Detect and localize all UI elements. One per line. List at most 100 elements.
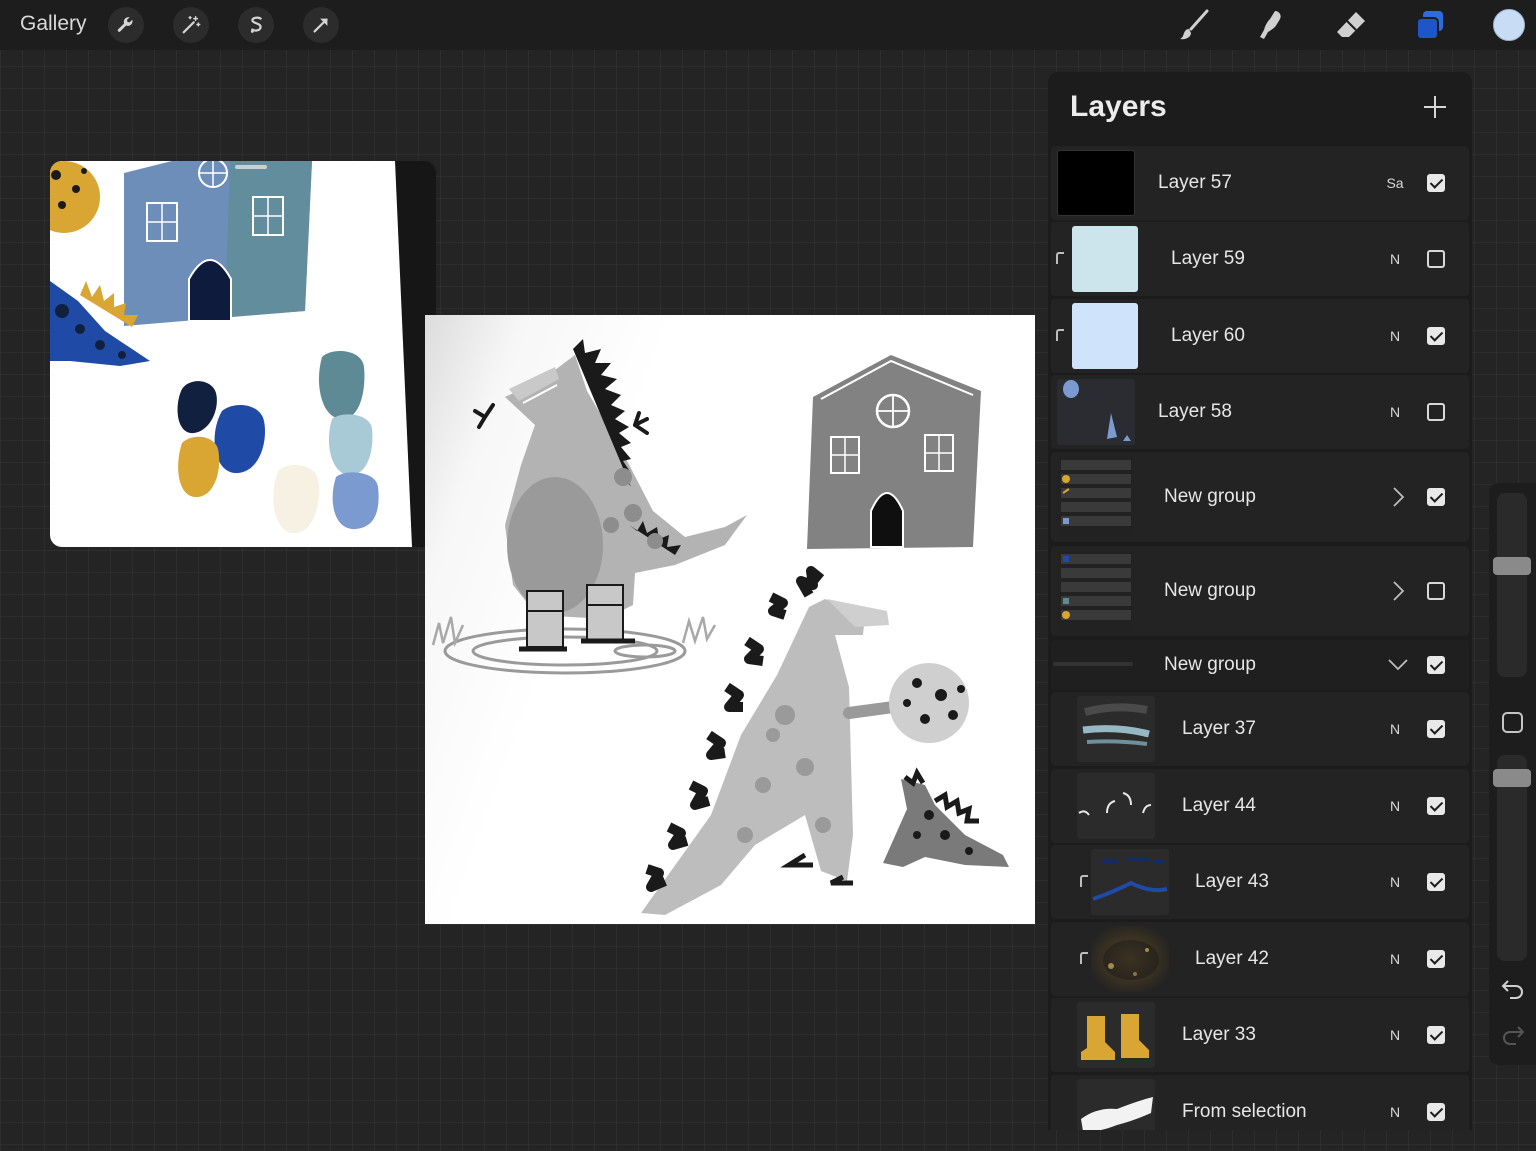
layer-row-33[interactable]: Layer 33 N bbox=[1051, 998, 1469, 1072]
clipping-mask-icon bbox=[1056, 252, 1064, 264]
blend-mode-button[interactable]: N bbox=[1383, 721, 1407, 737]
layer-row-44[interactable]: Layer 44 N bbox=[1051, 769, 1469, 843]
layer-row-from-selection[interactable]: From selection N bbox=[1051, 1075, 1469, 1130]
layer-name: From selection bbox=[1182, 1101, 1307, 1122]
visibility-checkbox[interactable] bbox=[1427, 873, 1445, 891]
palette-swatch-periwinkle bbox=[332, 472, 379, 530]
layer-row-42[interactable]: Layer 42 N bbox=[1051, 922, 1469, 996]
layer-name: Layer 58 bbox=[1158, 401, 1232, 422]
blend-mode-button[interactable]: Sa bbox=[1383, 175, 1407, 191]
reference-window[interactable] bbox=[50, 161, 436, 547]
layer-name: Layer 37 bbox=[1182, 718, 1256, 739]
brush-icon[interactable] bbox=[1174, 5, 1214, 45]
layer-thumbnail bbox=[1057, 379, 1135, 445]
layer-row-57[interactable]: Layer 57 Sa bbox=[1051, 146, 1469, 220]
visibility-checkbox[interactable] bbox=[1427, 656, 1445, 674]
undo-icon[interactable] bbox=[1500, 975, 1526, 1001]
layers-title: Layers bbox=[1070, 90, 1167, 123]
opacity-thumb[interactable] bbox=[1493, 769, 1531, 787]
modify-button[interactable] bbox=[1502, 712, 1523, 733]
eraser-icon[interactable] bbox=[1331, 5, 1371, 45]
layer-name: Layer 57 bbox=[1158, 172, 1232, 193]
visibility-checkbox[interactable] bbox=[1427, 582, 1445, 600]
chevron-right-icon[interactable] bbox=[1387, 484, 1409, 510]
layers-panel: Layers Layer 57 Sa Layer 59 N Layer 60 N… bbox=[1048, 72, 1472, 1130]
palette-swatch-blue bbox=[214, 405, 265, 474]
clipping-mask-icon bbox=[1080, 875, 1088, 887]
blend-mode-button[interactable]: N bbox=[1383, 951, 1407, 967]
adjustments-wand-icon[interactable] bbox=[173, 7, 209, 43]
layers-icon[interactable] bbox=[1410, 5, 1450, 45]
reference-drag-handle[interactable] bbox=[235, 165, 267, 169]
blend-mode-button[interactable]: N bbox=[1383, 251, 1407, 267]
actions-wrench-icon[interactable] bbox=[108, 7, 144, 43]
layer-thumbnail bbox=[1077, 773, 1155, 839]
visibility-checkbox[interactable] bbox=[1427, 797, 1445, 815]
layer-row-59[interactable]: Layer 59 N bbox=[1051, 222, 1469, 296]
opacity-slider[interactable] bbox=[1493, 755, 1531, 961]
chevron-right-icon[interactable] bbox=[1387, 578, 1409, 604]
layer-thumbnail bbox=[1057, 150, 1135, 216]
blend-mode-button[interactable]: N bbox=[1383, 1104, 1407, 1120]
grey-house bbox=[807, 355, 981, 549]
group-name: New group bbox=[1164, 654, 1256, 675]
visibility-checkbox[interactable] bbox=[1427, 488, 1445, 506]
brush-size-slider[interactable] bbox=[1493, 493, 1531, 677]
side-slider-bar bbox=[1489, 483, 1536, 1065]
gallery-button[interactable]: Gallery bbox=[20, 12, 87, 36]
blend-mode-button[interactable]: N bbox=[1383, 798, 1407, 814]
visibility-checkbox[interactable] bbox=[1427, 403, 1445, 421]
layer-thumbnail bbox=[1077, 1002, 1155, 1068]
add-layer-plus-icon[interactable] bbox=[1420, 92, 1450, 122]
ball bbox=[889, 663, 969, 743]
palette-swatch-pale-blue bbox=[328, 414, 373, 476]
group-name: New group bbox=[1164, 580, 1256, 601]
visibility-checkbox[interactable] bbox=[1427, 950, 1445, 968]
layer-thumbnail bbox=[1072, 303, 1138, 369]
layer-name: Layer 44 bbox=[1182, 795, 1256, 816]
group-row-expanded[interactable]: New group bbox=[1051, 640, 1469, 690]
reference-image bbox=[50, 161, 412, 547]
drawing-canvas[interactable] bbox=[425, 315, 1035, 924]
layer-name: Layer 42 bbox=[1195, 948, 1269, 969]
blend-mode-button[interactable]: N bbox=[1383, 1027, 1407, 1043]
visibility-checkbox[interactable] bbox=[1427, 327, 1445, 345]
layer-thumbnail bbox=[1091, 849, 1169, 915]
palette-swatch-cream bbox=[273, 464, 320, 534]
group-divider bbox=[1053, 662, 1133, 666]
selection-icon[interactable] bbox=[238, 7, 274, 43]
layer-thumbnail bbox=[1077, 1079, 1155, 1130]
layer-row-37[interactable]: Layer 37 N bbox=[1051, 692, 1469, 766]
layer-name: Layer 43 bbox=[1195, 871, 1269, 892]
blend-mode-button[interactable]: N bbox=[1383, 328, 1407, 344]
layer-name: Layer 59 bbox=[1171, 248, 1245, 269]
visibility-checkbox[interactable] bbox=[1427, 1026, 1445, 1044]
visibility-checkbox[interactable] bbox=[1427, 250, 1445, 268]
chevron-down-icon[interactable] bbox=[1387, 652, 1409, 678]
transform-arrow-icon[interactable] bbox=[303, 7, 339, 43]
layer-thumbnail bbox=[1091, 926, 1169, 992]
layer-thumbnail bbox=[1077, 696, 1155, 762]
top-toolbar: Gallery bbox=[0, 0, 1536, 50]
clipping-mask-icon bbox=[1080, 952, 1088, 964]
blend-mode-button[interactable]: N bbox=[1383, 404, 1407, 420]
layer-row-58[interactable]: Layer 58 N bbox=[1051, 375, 1469, 449]
layer-thumbnail bbox=[1072, 226, 1138, 292]
group-row-2[interactable]: New group bbox=[1051, 546, 1469, 636]
layer-name: Layer 33 bbox=[1182, 1024, 1256, 1045]
visibility-checkbox[interactable] bbox=[1427, 174, 1445, 192]
visibility-checkbox[interactable] bbox=[1427, 720, 1445, 738]
group-row-1[interactable]: New group bbox=[1051, 452, 1469, 542]
smudge-icon[interactable] bbox=[1252, 5, 1292, 45]
layer-row-43[interactable]: Layer 43 N bbox=[1051, 845, 1469, 919]
redo-icon[interactable] bbox=[1500, 1021, 1526, 1047]
palette-swatch-teal bbox=[318, 351, 365, 420]
layer-row-60[interactable]: Layer 60 N bbox=[1051, 299, 1469, 373]
palette-swatch-mustard bbox=[178, 436, 220, 498]
visibility-checkbox[interactable] bbox=[1427, 1103, 1445, 1121]
group-thumbnail bbox=[1057, 550, 1135, 632]
color-picker-swatch[interactable] bbox=[1493, 9, 1525, 41]
brush-size-thumb[interactable] bbox=[1493, 557, 1531, 575]
palette-swatch-navy bbox=[177, 381, 217, 434]
blend-mode-button[interactable]: N bbox=[1383, 874, 1407, 890]
